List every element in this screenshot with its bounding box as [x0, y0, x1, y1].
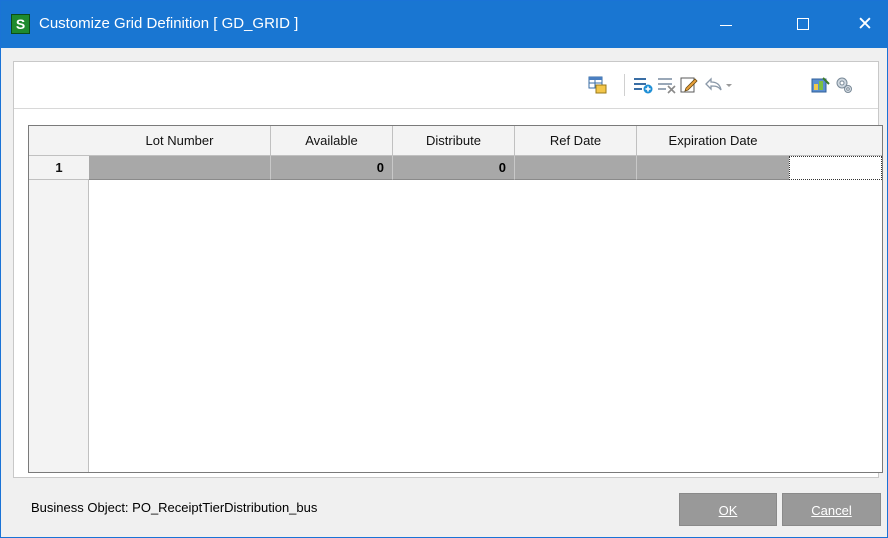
- maximize-icon: [797, 18, 809, 30]
- title-bar[interactable]: S Customize Grid Definition [ GD_GRID ] …: [1, 1, 887, 48]
- close-icon: ✕: [857, 13, 873, 35]
- col-header-blank: [789, 126, 882, 156]
- customize-icon[interactable]: [811, 76, 831, 94]
- cell-distribute[interactable]: 0: [393, 156, 515, 180]
- close-button[interactable]: ✕: [841, 1, 887, 48]
- dialog-window: S Customize Grid Definition [ GD_GRID ] …: [0, 0, 888, 538]
- ok-button[interactable]: OK: [679, 493, 777, 526]
- ok-button-label: OK: [718, 503, 738, 518]
- business-object-label: Business Object: PO_ReceiptTierDistribut…: [31, 500, 318, 515]
- minimize-button[interactable]: [703, 1, 749, 48]
- grid-properties-icon[interactable]: [588, 76, 608, 94]
- col-header-available[interactable]: Available: [271, 126, 393, 156]
- maximize-button[interactable]: [780, 1, 826, 48]
- minimize-icon: [720, 25, 732, 26]
- cell-ref-date[interactable]: [515, 156, 637, 180]
- col-header-expiration-date[interactable]: Expiration Date: [637, 126, 790, 156]
- cell-expiration-date[interactable]: [637, 156, 790, 180]
- undo-icon[interactable]: [704, 76, 724, 94]
- toolbar: [14, 62, 878, 109]
- col-header-distribute[interactable]: Distribute: [393, 126, 515, 156]
- cell-blank[interactable]: [789, 156, 882, 180]
- cancel-button[interactable]: Cancel: [782, 493, 881, 526]
- data-grid[interactable]: Lot Number Available Distribute Ref Date…: [28, 125, 883, 473]
- cancel-button-label: Cancel: [811, 503, 852, 518]
- grid-panel: Lot Number Available Distribute Ref Date…: [13, 61, 883, 478]
- toolbar-separator: [624, 74, 625, 96]
- cell-available[interactable]: 0: [271, 156, 393, 180]
- dropdown-arrow-icon[interactable]: [724, 76, 734, 94]
- row-number[interactable]: 1: [29, 156, 89, 180]
- cell-lot-number[interactable]: [89, 156, 271, 180]
- delete-column-icon[interactable]: [657, 76, 677, 94]
- col-header-ref-date[interactable]: Ref Date: [515, 126, 637, 156]
- app-icon: S: [11, 14, 30, 34]
- col-header-lot-number[interactable]: Lot Number: [89, 126, 271, 156]
- edit-icon[interactable]: [680, 76, 700, 94]
- window-title: Customize Grid Definition [ GD_GRID ]: [39, 15, 299, 32]
- settings-icon[interactable]: [834, 76, 854, 94]
- add-column-icon[interactable]: [633, 76, 653, 94]
- corner-header: [29, 126, 90, 156]
